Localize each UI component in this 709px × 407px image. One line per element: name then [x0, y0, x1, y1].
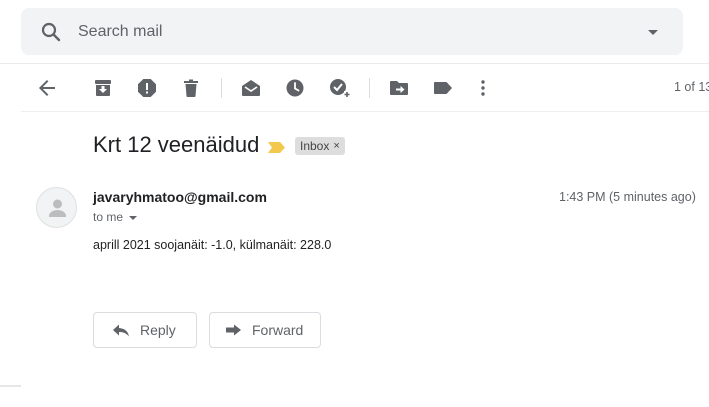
archive-icon[interactable] — [91, 76, 115, 100]
mark-unread-icon[interactable] — [239, 76, 263, 100]
labels-icon[interactable] — [431, 76, 455, 100]
email-timestamp: 1:43 PM (5 minutes ago) — [559, 190, 696, 204]
move-to-icon[interactable] — [387, 76, 411, 100]
toolbar-separator — [221, 78, 222, 98]
chevron-down-icon — [129, 215, 138, 220]
pager-count: 1 of 13 — [674, 80, 709, 94]
report-spam-icon[interactable] — [135, 76, 159, 100]
search-options-dropdown-icon[interactable] — [641, 20, 665, 44]
header-divider — [0, 63, 709, 64]
reply-icon — [113, 324, 129, 337]
remove-label-icon[interactable]: × — [333, 140, 339, 152]
search-icon[interactable] — [39, 20, 63, 44]
reply-label: Reply — [140, 322, 176, 338]
delete-icon[interactable] — [179, 76, 203, 100]
arrow-back-icon[interactable] — [35, 76, 59, 100]
snooze-icon[interactable] — [283, 76, 307, 100]
toolbar-divider — [21, 111, 709, 112]
email-subject: Krt 12 veenäidud — [93, 132, 260, 157]
add-to-tasks-icon[interactable] — [327, 76, 351, 100]
recipient-text: to me — [93, 210, 124, 224]
recipient-details-toggle[interactable]: to me — [93, 210, 138, 224]
avatar[interactable] — [36, 187, 77, 228]
forward-icon — [226, 324, 241, 336]
search-input[interactable] — [78, 19, 618, 45]
label-chip-text: Inbox — [300, 139, 330, 153]
email-body: aprill 2021 soojanäit: -1.0, külmanäit: … — [93, 238, 332, 252]
label-chip-inbox[interactable]: Inbox × — [295, 137, 345, 155]
importance-marker-icon[interactable] — [268, 140, 285, 153]
toolbar-separator — [369, 78, 370, 98]
scrollbar-fragment — [0, 385, 21, 387]
person-icon — [49, 199, 66, 217]
forward-button[interactable]: Forward — [209, 312, 321, 348]
sender-email[interactable]: javaryhmatoo@gmail.com — [93, 189, 267, 205]
search-bar — [21, 8, 683, 55]
reply-button[interactable]: Reply — [93, 312, 197, 348]
forward-label: Forward — [252, 322, 304, 338]
more-vert-icon[interactable] — [471, 76, 495, 100]
